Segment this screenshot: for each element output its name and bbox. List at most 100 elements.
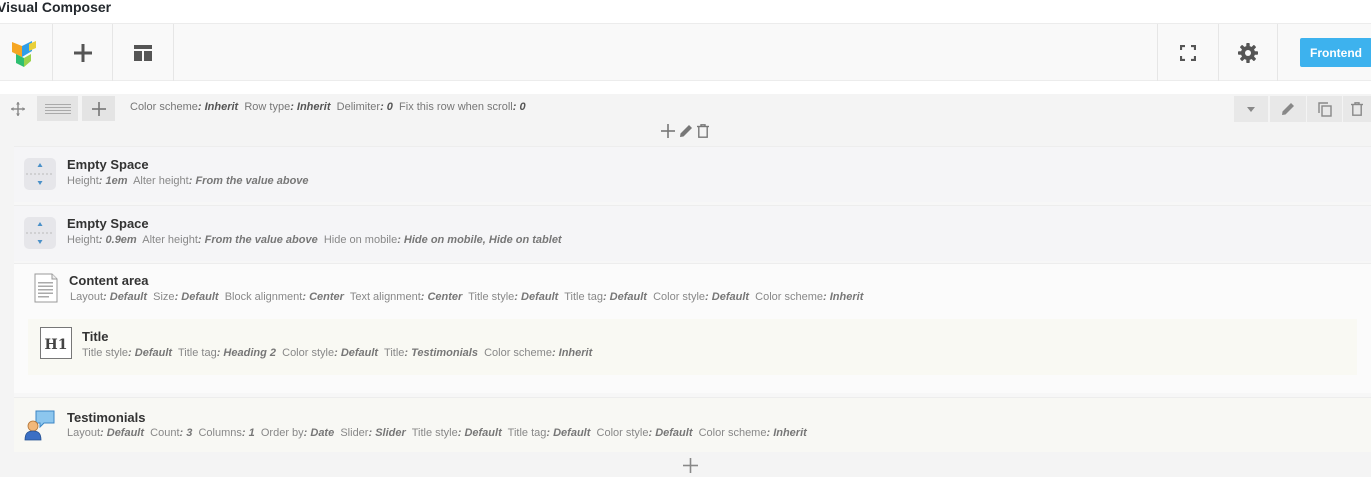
templates-button[interactable] <box>112 24 174 81</box>
layout-icon <box>134 44 152 61</box>
param-value: : Default <box>546 427 591 439</box>
param-label: Delimiter <box>336 101 381 113</box>
element-title: Empty Space <box>67 157 149 172</box>
element-params: Title style: Default Title tag: Heading … <box>82 347 592 359</box>
param-value: : 3 <box>179 427 193 439</box>
empty-space-icon <box>24 158 56 190</box>
element-title: Content area <box>69 273 149 288</box>
element-params: Layout: Default Count: 3 Columns: 1 Orde… <box>67 427 807 439</box>
param-label: Columns <box>198 427 242 439</box>
param-value: : Hide on mobile, Hide on tablet <box>397 234 562 246</box>
row-edit-button[interactable] <box>1270 96 1306 122</box>
param-value: : Default <box>128 347 173 359</box>
row-toggle-button[interactable] <box>1234 96 1268 122</box>
content-area-icon <box>30 272 62 304</box>
pencil-icon <box>1282 103 1294 115</box>
pencil-icon <box>680 124 692 137</box>
param-value: : From the value above <box>197 234 318 246</box>
element-title: Testimonials <box>67 410 146 425</box>
element-title: Empty Space <box>67 216 149 231</box>
param-value: : 1em <box>98 175 128 187</box>
plus-icon <box>73 43 92 62</box>
plus-icon <box>91 101 106 116</box>
param-label: Color scheme <box>755 291 824 303</box>
param-value: : Default <box>103 291 148 303</box>
param-label: Color scheme <box>130 101 198 113</box>
settings-button[interactable] <box>1218 24 1278 81</box>
frontend-button[interactable]: Frontend <box>1300 38 1371 67</box>
param-value: : Center <box>420 291 463 303</box>
editor-canvas: Color scheme: Inherit Row type: Inherit … <box>0 94 1371 477</box>
column-controls <box>661 123 709 143</box>
element-title-block[interactable]: H1 Title Title style: Default Title tag:… <box>28 319 1357 375</box>
element-empty-space[interactable]: Empty Space Height: 1em Alter height: Fr… <box>14 146 1371 202</box>
param-label: Title style <box>468 291 515 303</box>
element-title: Title <box>82 329 109 344</box>
param-label: Color style <box>596 427 649 439</box>
param-value: : From the value above <box>188 175 309 187</box>
param-label: Row type <box>244 101 291 113</box>
param-label: Color scheme <box>698 427 767 439</box>
fullscreen-icon <box>1180 44 1196 61</box>
column-edit-button[interactable] <box>679 124 693 143</box>
param-label: Title style <box>411 427 458 439</box>
param-value: : Default <box>174 291 219 303</box>
element-params: Height: 1em Alter height: From the value… <box>67 175 309 187</box>
param-label: Fix this row when scroll <box>399 101 513 113</box>
row-controls: Color scheme: Inherit Row type: Inherit … <box>0 94 1371 122</box>
param-value: : 1 <box>241 427 255 439</box>
param-value: : Default <box>602 291 647 303</box>
param-label: Title <box>384 347 405 359</box>
param-value: : Default <box>514 291 559 303</box>
param-value: : Default <box>100 427 145 439</box>
row-params: Color scheme: Inherit Row type: Inherit … <box>130 101 526 113</box>
vc-logo-icon[interactable] <box>0 24 47 81</box>
param-label: Layout <box>67 427 101 439</box>
param-label: Text alignment <box>349 291 421 303</box>
element-testimonials[interactable]: Testimonials Layout: Default Count: 3 Co… <box>14 397 1371 452</box>
param-label: Order by <box>260 427 304 439</box>
param-value: : Default <box>334 347 379 359</box>
gear-icon <box>1238 42 1258 63</box>
param-label: Layout <box>70 291 104 303</box>
element-params: Layout: Default Size: Default Block alig… <box>70 291 863 303</box>
row-add-column-button[interactable] <box>82 96 115 121</box>
row-delete-button[interactable] <box>1343 96 1371 122</box>
param-label: Color style <box>653 291 706 303</box>
param-label: Height <box>67 175 99 187</box>
param-value: : Slider <box>368 427 406 439</box>
row-clone-button[interactable] <box>1307 96 1342 122</box>
heading-icon-text: H1 <box>45 337 68 353</box>
column-add-button[interactable] <box>661 123 675 143</box>
fullscreen-button[interactable] <box>1157 24 1218 81</box>
param-value: : Center <box>302 291 344 303</box>
param-value: : 0 <box>512 101 526 113</box>
param-value: : Date <box>303 427 335 439</box>
param-label: Title style <box>82 347 129 359</box>
testimonials-icon <box>24 409 56 441</box>
param-value: : Default <box>648 427 693 439</box>
element-content-area[interactable]: Content area Layout: Default Size: Defau… <box>14 263 1371 393</box>
plus-icon <box>661 123 675 138</box>
param-label: Alter height <box>142 234 198 246</box>
add-element-button[interactable] <box>52 24 112 81</box>
param-label: Height <box>67 234 99 246</box>
param-label: Color style <box>282 347 335 359</box>
element-empty-space[interactable]: Empty Space Height: 0.9em Alter height: … <box>14 205 1371 261</box>
add-element-bottom-button[interactable] <box>681 456 699 474</box>
param-value: : 0.9em <box>98 234 137 246</box>
row-layout-button[interactable] <box>37 96 78 121</box>
param-value: : Testimonials <box>404 347 478 359</box>
param-label: Count <box>150 427 180 439</box>
empty-space-icon <box>24 217 56 249</box>
row-move-handle[interactable] <box>4 96 32 121</box>
param-value: : Inherit <box>551 347 593 359</box>
column-delete-button[interactable] <box>697 123 709 143</box>
param-value: : 0 <box>380 101 393 113</box>
param-value: : Default <box>705 291 750 303</box>
param-value: : Inherit <box>766 427 807 439</box>
param-value: : Default <box>457 427 502 439</box>
param-label: Slider <box>340 427 369 439</box>
heading-icon: H1 <box>40 327 72 359</box>
param-value: : Inherit <box>823 291 864 303</box>
